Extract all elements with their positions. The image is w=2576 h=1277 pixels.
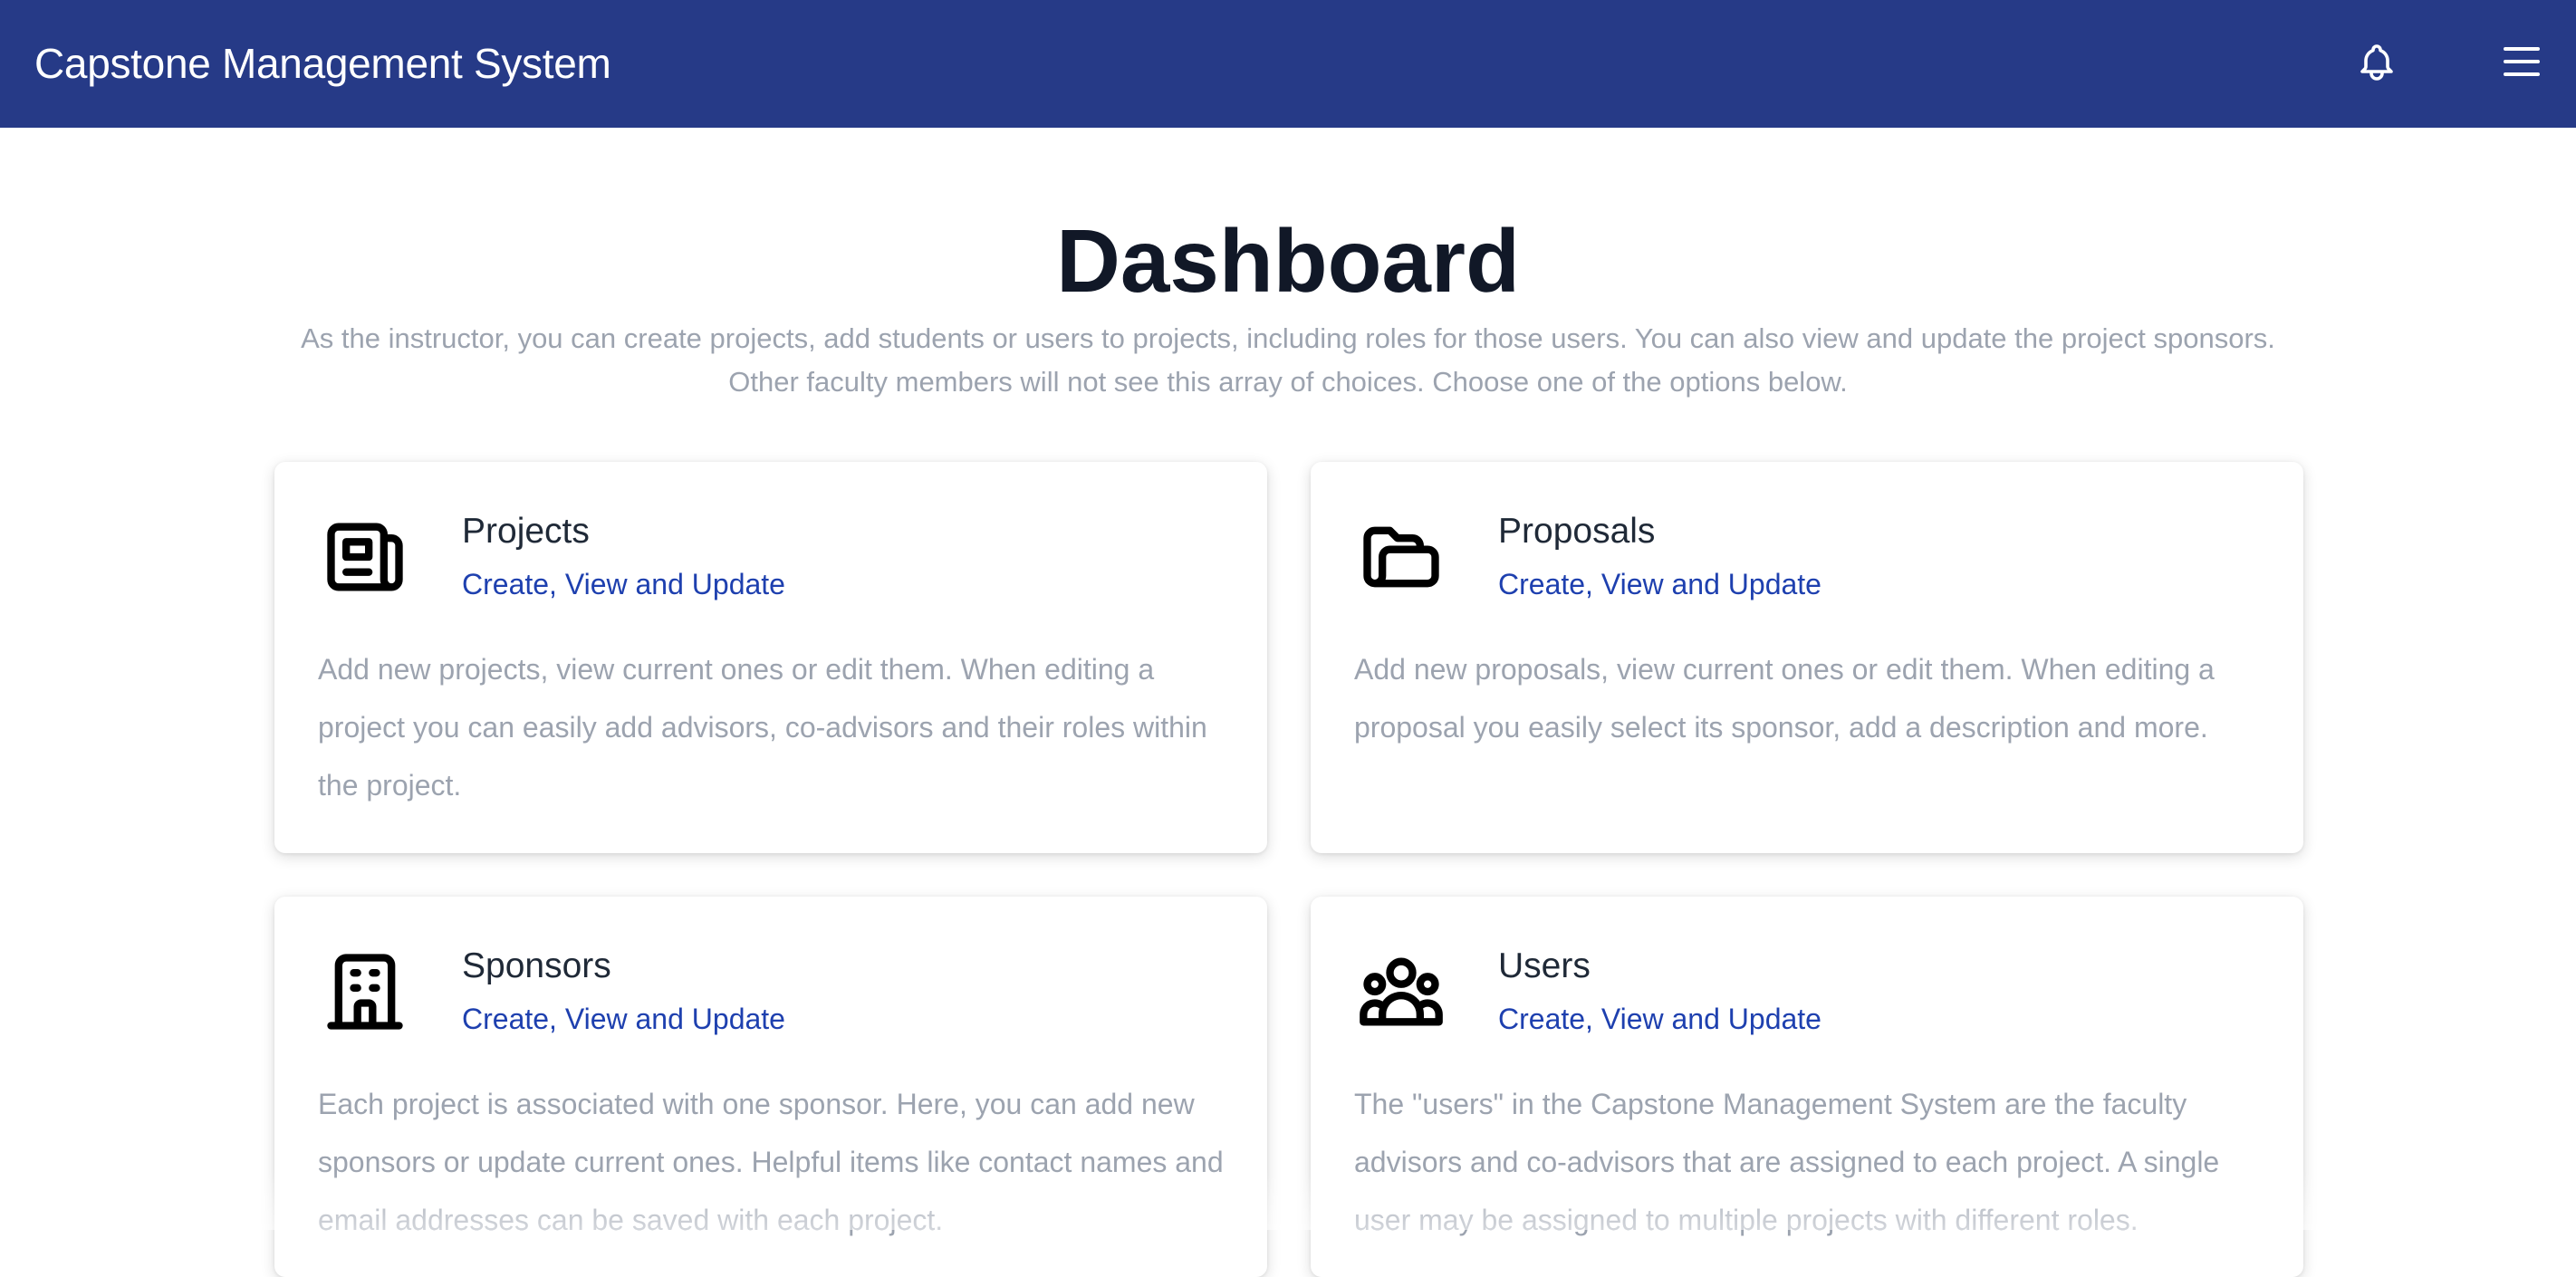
card-description: Each project is associated with one spon… — [318, 1088, 1224, 1236]
page-title: Dashboard — [1056, 211, 1520, 311]
app-title[interactable]: Capstone Management System — [34, 36, 611, 91]
users-link[interactable]: Create, View and Update — [1498, 1001, 1821, 1037]
card-title: Users — [1498, 946, 1591, 985]
card-description: The "users" in the Capstone Management S… — [1354, 1088, 2220, 1236]
sponsors-card[interactable]: Sponsors Create, View and Update Each pr… — [274, 897, 1267, 1277]
folder-open-icon — [1356, 512, 1447, 602]
office-building-icon — [320, 946, 410, 1037]
proposals-card[interactable]: Proposals Create, View and Update Add ne… — [1311, 462, 2303, 853]
card-title: Projects — [462, 512, 590, 551]
newspaper-icon — [320, 512, 410, 602]
bell-icon[interactable] — [2355, 40, 2398, 85]
top-navbar: Capstone Management System — [0, 0, 2576, 128]
card-title: Sponsors — [462, 946, 611, 985]
page-description: As the instructor, you can create projec… — [301, 322, 2275, 398]
proposals-link[interactable]: Create, View and Update — [1498, 566, 1821, 602]
user-group-icon — [1356, 946, 1447, 1037]
users-card[interactable]: Users Create, View and Update The "users… — [1311, 897, 2303, 1277]
card-description: Add new proposals, view current ones or … — [1354, 653, 2215, 744]
card-description: Add new projects, view current ones or e… — [318, 653, 1207, 802]
card-title: Proposals — [1498, 512, 1656, 551]
sponsors-link[interactable]: Create, View and Update — [462, 1001, 785, 1037]
hamburger-menu-icon[interactable] — [2500, 42, 2543, 82]
projects-link[interactable]: Create, View and Update — [462, 566, 785, 602]
projects-card[interactable]: Projects Create, View and Update Add new… — [274, 462, 1267, 853]
